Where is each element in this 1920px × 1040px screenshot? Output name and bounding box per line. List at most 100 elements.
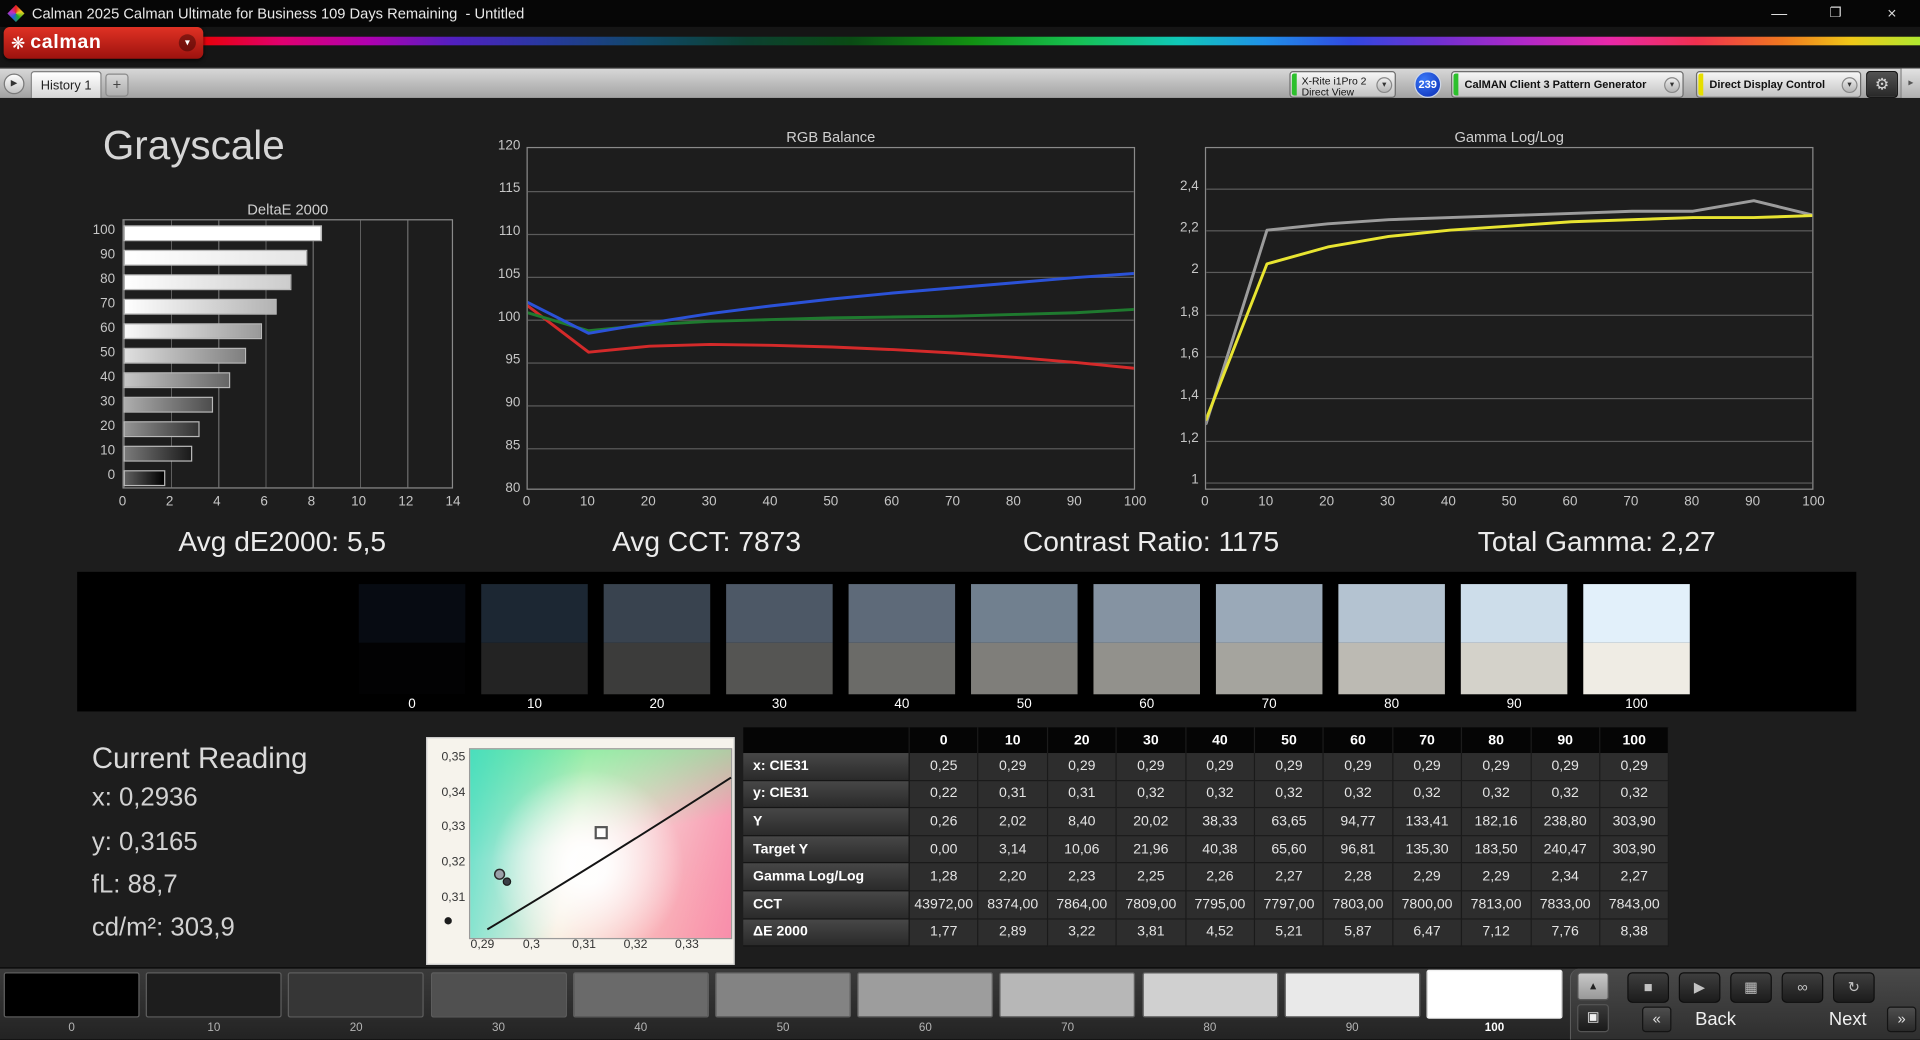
refresh-button[interactable]: ↻	[1833, 972, 1875, 1003]
table-cell[interactable]: 2,89	[978, 919, 1048, 947]
pattern-button-0[interactable]	[3, 972, 140, 1018]
table-cell[interactable]: 1,77	[909, 919, 979, 947]
table-cell[interactable]: 0,31	[978, 780, 1048, 809]
pattern-button-100[interactable]	[1426, 969, 1563, 1019]
table-cell[interactable]: 6,47	[1393, 919, 1463, 947]
table-cell[interactable]: 183,50	[1462, 836, 1532, 864]
table-cell[interactable]: 0,29	[1185, 753, 1256, 781]
settings-button[interactable]: ⚙	[1866, 71, 1898, 98]
table-cell[interactable]: 135,30	[1393, 836, 1463, 864]
table-cell[interactable]: 0,32	[1116, 780, 1186, 809]
table-cell[interactable]: 0,32	[1393, 780, 1463, 809]
table-cell[interactable]: 20,02	[1116, 808, 1186, 837]
table-cell[interactable]: 2,23	[1047, 863, 1117, 892]
table-cell[interactable]: 21,96	[1116, 836, 1186, 864]
table-cell[interactable]: 0,29	[1462, 753, 1532, 781]
table-cell[interactable]: 0,29	[1531, 753, 1601, 781]
pattern-button-20[interactable]	[288, 972, 425, 1018]
table-cell[interactable]: 7797,00	[1255, 891, 1325, 920]
table-cell[interactable]: 303,90	[1600, 808, 1670, 837]
close-button[interactable]: ×	[1864, 0, 1920, 27]
table-cell[interactable]: 0,32	[1462, 780, 1532, 809]
pattern-button-10[interactable]	[145, 972, 282, 1018]
collapse-panel-button[interactable]: ▴	[1577, 972, 1609, 1001]
table-cell[interactable]: 303,90	[1600, 836, 1670, 864]
table-cell[interactable]: 7813,00	[1462, 891, 1532, 920]
back-label[interactable]: Back	[1679, 1007, 1752, 1033]
table-cell[interactable]: 0,00	[909, 836, 979, 864]
table-cell[interactable]: 2,27	[1600, 863, 1670, 892]
table-cell[interactable]: 2,26	[1185, 863, 1256, 892]
table-cell[interactable]: 0,29	[1393, 753, 1463, 781]
minimize-button[interactable]: —	[1751, 0, 1807, 27]
pattern-button-80[interactable]	[1141, 972, 1278, 1018]
table-cell[interactable]: 0,29	[1324, 753, 1394, 781]
meter-device-button[interactable]: X-Rite i1Pro 2 Direct View ▾	[1289, 71, 1396, 98]
table-cell[interactable]: 7833,00	[1531, 891, 1601, 920]
table-cell[interactable]: 4,52	[1185, 919, 1256, 947]
display-control-button[interactable]: Direct Display Control ▾	[1695, 71, 1862, 98]
table-cell[interactable]: 0,25	[909, 753, 979, 781]
pattern-button-40[interactable]	[572, 972, 709, 1018]
table-cell[interactable]: 2,25	[1116, 863, 1186, 892]
table-cell[interactable]: 96,81	[1324, 836, 1394, 864]
table-cell[interactable]: 0,32	[1531, 780, 1601, 809]
tab-scroll-right-button[interactable]: ▸	[1900, 68, 1920, 100]
stop-button[interactable]: ■	[1627, 972, 1669, 1003]
table-cell[interactable]: 3,22	[1047, 919, 1117, 947]
pattern-button-60[interactable]	[857, 972, 994, 1018]
table-cell[interactable]: 7,12	[1462, 919, 1532, 947]
table-cell[interactable]: 182,16	[1462, 808, 1532, 837]
table-cell[interactable]: 238,80	[1531, 808, 1601, 837]
next-label[interactable]: Next	[1811, 1007, 1884, 1033]
table-cell[interactable]: 40,38	[1185, 836, 1256, 864]
save-button[interactable]: ▦	[1730, 972, 1772, 1003]
pattern-generator-button[interactable]: CalMAN Client 3 Pattern Generator ▾	[1451, 71, 1684, 98]
table-cell[interactable]: 5,21	[1255, 919, 1325, 947]
table-cell[interactable]: 94,77	[1324, 808, 1394, 837]
table-cell[interactable]: 0,22	[909, 780, 979, 809]
tab-nav-button[interactable]: ▶	[3, 73, 25, 95]
pattern-button-30[interactable]	[430, 972, 567, 1018]
meter-count-badge[interactable]: 239	[1414, 71, 1442, 98]
table-cell[interactable]: 0,29	[1600, 753, 1670, 781]
table-cell[interactable]: 7795,00	[1185, 891, 1256, 920]
back-button[interactable]: «	[1642, 1006, 1672, 1033]
next-button[interactable]: »	[1886, 1006, 1917, 1033]
table-cell[interactable]: 0,32	[1185, 780, 1256, 809]
table-cell[interactable]: 133,41	[1393, 808, 1463, 837]
restore-button[interactable]: ❐	[1807, 0, 1863, 27]
table-cell[interactable]: 7864,00	[1047, 891, 1117, 920]
table-cell[interactable]: 0,29	[1255, 753, 1325, 781]
table-cell[interactable]: 3,14	[978, 836, 1048, 864]
table-cell[interactable]: 0,29	[1116, 753, 1186, 781]
table-cell[interactable]: 0,32	[1255, 780, 1325, 809]
table-cell[interactable]: 1,28	[909, 863, 979, 892]
table-cell[interactable]: 8,40	[1047, 808, 1117, 837]
table-cell[interactable]: 7,76	[1531, 919, 1601, 947]
calman-menu-button[interactable]: ❋ calman ▾	[3, 26, 204, 59]
table-cell[interactable]: 7800,00	[1393, 891, 1463, 920]
table-cell[interactable]: 0,31	[1047, 780, 1117, 809]
table-cell[interactable]: 2,34	[1531, 863, 1601, 892]
table-cell[interactable]: 240,47	[1531, 836, 1601, 864]
table-cell[interactable]: 3,81	[1116, 919, 1186, 947]
table-cell[interactable]: 2,28	[1324, 863, 1394, 892]
table-cell[interactable]: 5,87	[1324, 919, 1394, 947]
table-cell[interactable]: 0,29	[1047, 753, 1117, 781]
table-cell[interactable]: 10,06	[1047, 836, 1117, 864]
table-cell[interactable]: 8,38	[1600, 919, 1670, 947]
table-cell[interactable]: 7803,00	[1324, 891, 1394, 920]
table-cell[interactable]: 38,33	[1185, 808, 1256, 837]
table-cell[interactable]: 65,60	[1255, 836, 1325, 864]
layout-toggle-button[interactable]: ▣	[1577, 1004, 1609, 1033]
pattern-button-50[interactable]	[715, 972, 852, 1018]
table-cell[interactable]: 2,20	[978, 863, 1048, 892]
table-cell[interactable]: 63,65	[1255, 808, 1325, 837]
add-tab-button[interactable]: +	[105, 73, 129, 97]
table-cell[interactable]: 2,29	[1393, 863, 1463, 892]
table-cell[interactable]: 2,27	[1255, 863, 1325, 892]
pattern-button-90[interactable]	[1284, 972, 1421, 1018]
continuous-mode-button[interactable]: ∞	[1781, 972, 1824, 1003]
table-cell[interactable]: 2,02	[978, 808, 1048, 837]
